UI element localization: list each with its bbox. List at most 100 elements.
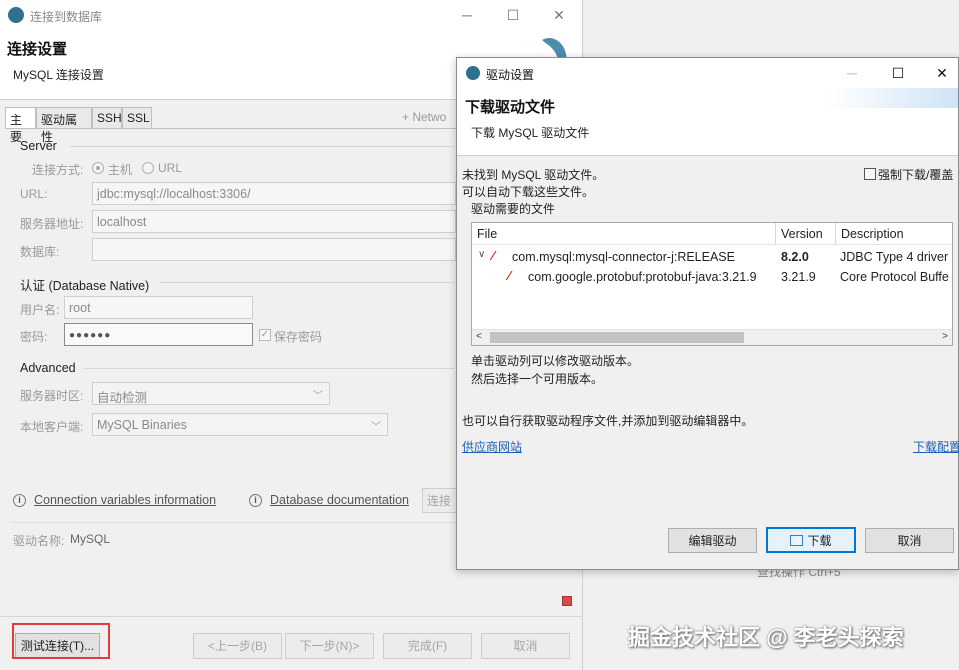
driver-cancel-button[interactable]: 取消	[865, 528, 954, 553]
manual-driver-message: 也可以自行获取驱动程序文件,并添加到驱动编辑器中。	[462, 414, 754, 428]
maximize-icon[interactable]: ☐	[875, 58, 921, 88]
timezone-select[interactable]: 自动检测 ﹀	[92, 382, 330, 405]
maximize-icon[interactable]: ☐	[490, 0, 536, 30]
column-header-version[interactable]: Version	[776, 223, 836, 245]
connection-variables-link[interactable]: Connection variables information	[34, 493, 216, 507]
hint-select-version: 然后选择一个可用版本。	[471, 372, 604, 386]
username-field[interactable]: root	[64, 296, 253, 319]
radio-host[interactable]	[92, 162, 104, 174]
password-field[interactable]: ●●●●●●	[64, 323, 253, 346]
database-label: 数据库:	[20, 245, 60, 259]
radio-url[interactable]	[142, 162, 154, 174]
scrollbar-thumb[interactable]	[490, 332, 744, 343]
cancel-button[interactable]: 取消	[481, 633, 570, 659]
download-icon	[790, 535, 804, 546]
local-client-select[interactable]: MySQL Binaries ﹀	[92, 413, 388, 436]
divider	[0, 616, 583, 617]
database-field[interactable]	[92, 238, 456, 261]
chevron-down-icon: ﹀	[313, 391, 323, 402]
file-name: com.mysql:mysql-connector-j:RELEASE	[512, 250, 735, 264]
divider	[160, 282, 454, 283]
download-button[interactable]: 下载	[766, 527, 856, 553]
bg-titlebar: 连接到数据库 ─ ☐ ✕	[0, 0, 582, 30]
hint-click-driver: 单击驱动列可以修改驱动版本。	[471, 354, 640, 368]
url-label: URL:	[20, 187, 48, 201]
local-client-value: MySQL Binaries	[97, 418, 187, 432]
download-config-link[interactable]: 下载配置	[913, 438, 959, 455]
not-found-message: 未找到 MySQL 驱动文件。	[462, 168, 605, 182]
driver-window-title: 驱动设置	[486, 68, 535, 82]
info-icon: i	[249, 494, 262, 507]
tab-driver-properties[interactable]: 驱动属性	[36, 107, 92, 144]
driver-titlebar: 驱动设置 ─ ☐ ✕	[457, 58, 958, 88]
header-decoration	[828, 88, 958, 108]
driver-header-title: 下载驱动文件	[465, 99, 556, 116]
force-download-label: 强制下载/覆盖	[878, 168, 954, 182]
download-button-label: 下载	[807, 534, 832, 548]
horizontal-scrollbar[interactable]: < >	[472, 329, 952, 345]
minimize-icon[interactable]: ─	[444, 0, 490, 30]
scroll-right-icon[interactable]: >	[942, 331, 948, 342]
file-name: com.google.protobuf:protobuf-java:3.21.9	[528, 270, 757, 284]
file-version[interactable]: 3.21.9	[781, 270, 816, 284]
timezone-value: 自动检测	[97, 391, 148, 405]
required-files-label: 驱动需要的文件	[471, 202, 556, 216]
tab-ssl[interactable]: SSL	[122, 107, 152, 129]
highlight-box	[12, 623, 110, 659]
close-icon[interactable]: ✕	[536, 0, 582, 30]
edit-driver-button[interactable]: 编辑驱动	[668, 528, 757, 553]
dbeaver-logo-icon	[8, 7, 24, 23]
file-version[interactable]: 8.2.0	[781, 250, 809, 264]
tab-ssh[interactable]: SSH	[92, 107, 122, 129]
radio-host-label: 主机	[108, 163, 133, 177]
driver-name-label: 驱动名称:	[13, 534, 65, 548]
driver-settings-dialog: 驱动设置 ─ ☐ ✕ 下载驱动文件 下载 MySQL 驱动文件 未找到 MySQ…	[456, 57, 959, 570]
scroll-left-icon[interactable]: <	[476, 331, 482, 342]
advanced-section-label: Advanced	[20, 361, 76, 375]
error-indicator-icon	[562, 596, 572, 606]
column-header-description[interactable]: Description	[836, 223, 952, 245]
force-download-checkbox[interactable]: ✓	[864, 168, 876, 180]
file-description: JDBC Type 4 driver	[840, 250, 949, 264]
divider	[84, 368, 454, 369]
username-label: 用户名:	[20, 303, 60, 317]
dbeaver-logo-icon	[466, 66, 480, 80]
minimize-icon[interactable]: ─	[829, 58, 875, 88]
column-header-file[interactable]: File	[472, 223, 776, 245]
save-password-checkbox[interactable]: ✓	[259, 329, 271, 341]
page-title: 连接设置	[7, 41, 68, 58]
page-subtitle: MySQL 连接设置	[13, 68, 104, 82]
expand-chevron-icon[interactable]: ∨	[478, 249, 485, 260]
driver-name-value: MySQL	[70, 532, 111, 546]
next-button[interactable]: 下一步(N)>	[285, 633, 374, 659]
host-field[interactable]: localhost	[92, 210, 456, 233]
connect-mode-label: 连接方式:	[32, 163, 84, 177]
maven-feather-icon: ⁄	[508, 268, 511, 283]
save-password-label: 保存密码	[274, 330, 323, 344]
driver-header-subtitle: 下载 MySQL 驱动文件	[471, 126, 590, 140]
close-icon[interactable]: ✕	[919, 58, 959, 88]
server-section-label: Server	[20, 139, 57, 153]
url-field[interactable]: jdbc:mysql://localhost:3306/	[92, 182, 456, 205]
driver-files-table: File Version Description ∨ ⁄ com.mysql:m…	[471, 222, 953, 346]
network-button[interactable]: + Netwo	[402, 110, 446, 124]
vendor-website-link[interactable]: 供应商网站	[462, 438, 522, 455]
chevron-down-icon: ﹀	[371, 422, 381, 433]
finish-button[interactable]: 完成(F)	[383, 633, 472, 659]
divider	[70, 146, 454, 147]
password-label: 密码:	[20, 330, 48, 344]
client-label: 本地客户端:	[20, 420, 84, 434]
radio-url-label: URL	[158, 161, 183, 175]
info-icon: i	[13, 494, 26, 507]
bg-window-title: 连接到数据库	[30, 10, 103, 24]
auto-download-message: 可以自动下载这些文件。	[462, 185, 595, 199]
timezone-label: 服务器时区:	[20, 389, 84, 403]
database-documentation-link[interactable]: Database documentation	[270, 493, 409, 507]
previous-button[interactable]: <上一步(B)	[193, 633, 282, 659]
auth-section-label: 认证 (Database Native)	[20, 279, 150, 293]
divider	[10, 522, 460, 523]
host-label: 服务器地址:	[20, 217, 84, 231]
file-description: Core Protocol Buffe	[840, 270, 949, 284]
tab-main[interactable]: 主要	[5, 107, 36, 144]
watermark: 掘金技术社区 @ 李老头探索	[628, 625, 904, 650]
